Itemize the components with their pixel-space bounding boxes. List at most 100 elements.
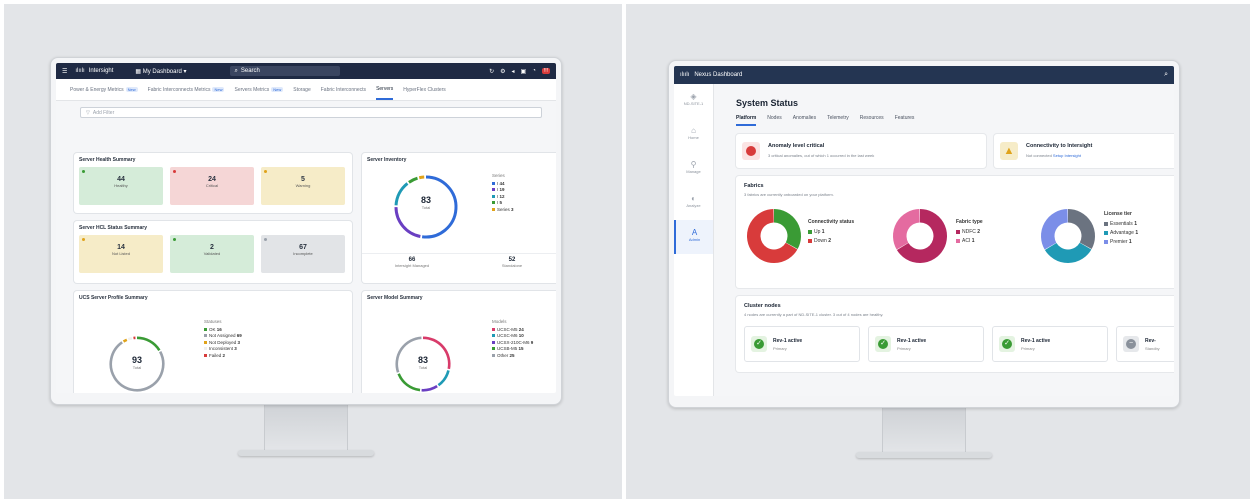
tab-item[interactable]: Fabric Interconnects Metrics New [148, 79, 225, 100]
tab-item[interactable]: Power & Energy Metrics New [70, 79, 138, 100]
donut-segment [122, 338, 128, 343]
tab-item[interactable]: Anomalies [793, 115, 816, 126]
fabrics-subtitle: 3 fabrics are currently onboarded on you… [744, 192, 834, 197]
sidebar-item[interactable]: ◐ Analyze [674, 186, 713, 220]
cluster-node[interactable]: ✓ Rev-1 active Primary [744, 326, 860, 362]
tab-item[interactable]: Fabric Interconnects [321, 79, 366, 100]
check-icon: ✓ [754, 339, 764, 349]
setup-intersight-link[interactable]: Setup Intersight [1053, 153, 1081, 158]
tab-item[interactable]: HyperFlex Clusters [403, 79, 446, 100]
node-status-icon: ✓ [999, 336, 1015, 352]
cluster-node[interactable]: ✓ Rev-1 active Primary [992, 326, 1108, 362]
connectivity-donut [747, 209, 801, 263]
status-tile[interactable]: 5 Warning [261, 167, 345, 205]
node-name: Rev- [1145, 338, 1156, 344]
connectivity-card[interactable]: ▲ Connectivity to Intersight Not connect… [994, 134, 1174, 168]
filter-placeholder: Add Filter [92, 109, 115, 116]
tab-item[interactable]: Features [895, 115, 915, 126]
app-name: Nexus Dashboard [694, 72, 743, 78]
donut-segment [397, 373, 421, 392]
status-tile[interactable]: 14 Not Listed [79, 235, 163, 273]
license-tier-donut [1041, 209, 1095, 263]
search-icon[interactable]: ⌕ [1164, 71, 1168, 79]
dashboard-selector[interactable]: ▦ My Dashboard ▾ [135, 68, 186, 75]
legend-swatch [492, 347, 495, 351]
tab-label: Servers [376, 85, 394, 92]
nexus-main: System Status Platform Nodes Anomalies Tele… [714, 84, 1174, 396]
server-hcl-card: Server HCL Status Summary 14 Not Listed 2 V… [74, 221, 352, 283]
anomaly-card[interactable]: Anomaly level critical 3 critical anomal… [736, 134, 986, 168]
nexus-topbar: ılıılı Nexus Dashboard ⌕ [674, 66, 1174, 84]
tab-item[interactable]: Platform [736, 115, 757, 126]
donut-segment [418, 175, 425, 180]
analyze-icon: ◐ [691, 194, 696, 203]
legend-swatch [204, 334, 207, 338]
legend-item: Down 2 [808, 237, 854, 246]
legend-value: 69 [236, 333, 242, 338]
bell-icon[interactable]: ◔ [532, 68, 536, 74]
legend-header: Fabric type [956, 219, 983, 225]
tile-label: Incomplete [293, 251, 313, 256]
status-tile[interactable]: 67 Incomplete [261, 235, 345, 273]
notifications-icon[interactable]: ▣ [521, 68, 527, 75]
legend-item: Series 3 [492, 207, 514, 214]
tile-label: Not Listed [111, 251, 130, 256]
filter-input[interactable]: ▽ Add Filter [80, 107, 542, 118]
donut-segment [1044, 242, 1092, 263]
legend-swatch [204, 327, 207, 331]
tile-value: 2 [210, 244, 214, 251]
tile-value: 14 [117, 244, 125, 251]
tab-item[interactable]: Servers Metrics New [234, 79, 284, 100]
left-monitor: ☰ ılıılı Intersight ▦ My Dashboard ▾ ⌕ Se… [50, 57, 562, 405]
legend-value: 3 [237, 339, 241, 345]
cluster-node[interactable]: − Rev- Standby [1116, 326, 1174, 362]
status-tile[interactable]: 44 Healthy [79, 167, 163, 205]
sidebar-item[interactable]: ⚲ Manage [674, 152, 713, 186]
fabric-type-legend: Fabric type NDFC 2 ACI 1 [956, 218, 983, 246]
legend-swatch [1104, 221, 1108, 226]
legend-value: 15 [518, 346, 524, 351]
legend-item: Other 25 [492, 353, 533, 360]
search-input[interactable]: ⌕ Search [230, 66, 341, 76]
sidebar-item[interactable]: ◈ ND-SITE-1 [674, 84, 713, 118]
inventory-legend: Series I 44 I 19 I 12 I 5 Series 3 [492, 173, 514, 213]
tile-value: 67 [299, 244, 307, 251]
profile-legend: Statuses OK 16 Not Assigned 69 Not Deployed… [204, 319, 242, 359]
legend-label: Essentials [1110, 221, 1135, 227]
announce-icon[interactable]: ◂ [512, 68, 515, 75]
legend-swatch [808, 229, 812, 234]
sidebar-item[interactable]: ⌂ Home [674, 118, 713, 152]
tab-item[interactable]: Resources [860, 115, 884, 126]
search-icon: ⌕ [234, 67, 238, 74]
refresh-icon[interactable]: ↻ [489, 68, 494, 75]
sidebar-item[interactable]: A Admin [674, 220, 713, 254]
donut-segment [136, 336, 161, 352]
cluster-node[interactable]: ✓ Rev-1 active Primary [868, 326, 984, 362]
settings-icon[interactable]: ⚙ [500, 68, 505, 75]
dashboard-label: My Dashboard [142, 68, 182, 75]
node-role: Primary [897, 346, 911, 351]
fabrics-card: Fabrics 3 fabrics are currently onboarde… [736, 176, 1174, 288]
left-monitor-base [238, 450, 374, 456]
node-name: Rev-1 active [1021, 338, 1051, 344]
model-total: 83 [417, 355, 428, 365]
status-tile[interactable]: 24 Critical [170, 167, 254, 205]
tab-item[interactable]: Telemetry [827, 115, 849, 126]
intersight-brand[interactable]: ılıılı Intersight [75, 68, 113, 74]
legend-header: Connectivity status [808, 219, 855, 225]
legend-swatch [956, 229, 960, 234]
tab-item[interactable]: Servers [376, 79, 394, 100]
tab-item[interactable]: Storage [293, 79, 311, 100]
anomaly-subtitle: 3 critical anomalies, out of which 1 occ… [768, 153, 875, 158]
anomaly-title: Anomaly level critical [768, 143, 825, 149]
legend-label: Failed [209, 352, 223, 358]
alert-badge[interactable]: !!! [541, 68, 550, 74]
legend-item: Essentials 1 [1104, 220, 1138, 229]
status-tile[interactable]: 2 Validated [170, 235, 254, 273]
menu-icon[interactable]: ☰ [62, 68, 67, 75]
tab-item[interactable]: Nodes [767, 115, 781, 126]
legend-item: Advantage 1 [1104, 229, 1138, 238]
legend-value: 3 [511, 206, 514, 212]
legend-label: Other [497, 352, 510, 358]
legend-header: Series [492, 173, 505, 178]
